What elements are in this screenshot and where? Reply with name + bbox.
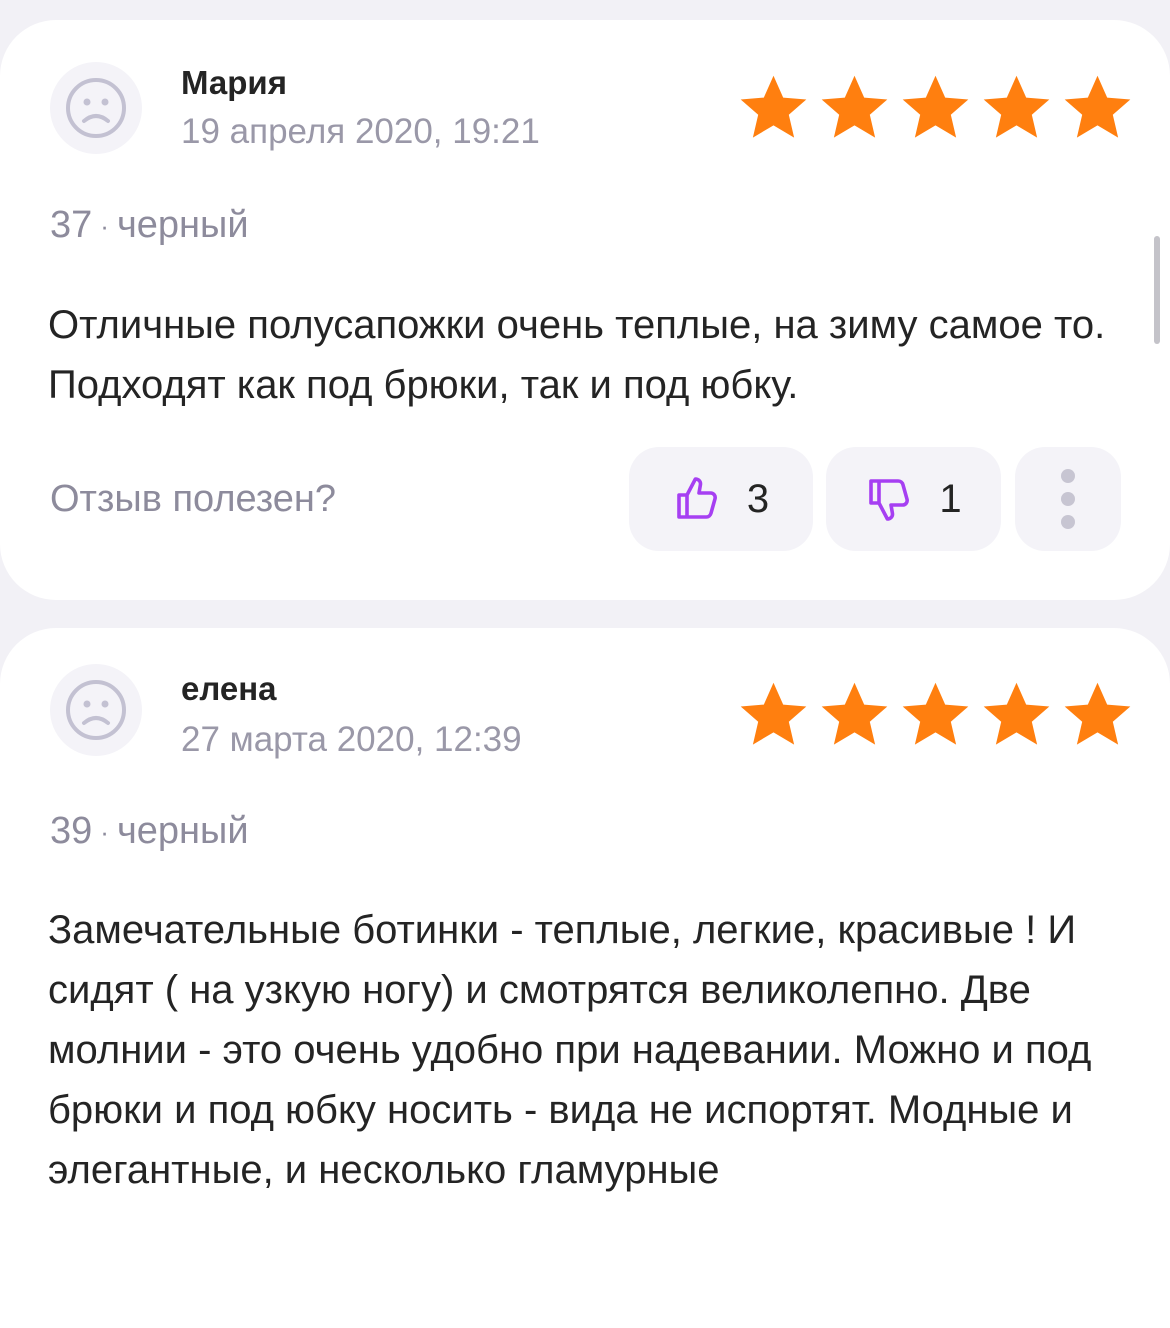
variant-separator: · [100,817,109,848]
rating-stars [736,678,1135,753]
more-vertical-icon [1061,515,1075,529]
dislike-button[interactable]: 1 [826,447,1001,551]
star-icon [740,75,807,138]
review-date: 27 марта 2020, 12:39 [181,720,522,759]
variant-separator: · [100,211,109,242]
avatar [50,664,142,756]
more-vertical-icon [1061,469,1075,483]
review-author: Мария [181,64,287,101]
like-count: 3 [746,476,770,521]
star-icon [902,75,969,138]
review-text: Отличные полусапожки очень теплые, на зи… [48,303,1106,407]
variant-size: 37 [50,204,93,246]
variant-color: черный [116,810,249,852]
sad-face-icon [66,680,126,740]
star-icon [740,682,807,745]
review-card: елена 27 марта 2020, 12:39 39 · черный Зам… [0,628,1170,1328]
star-icon [983,75,1050,138]
more-options-button[interactable] [1015,447,1121,551]
star-icon [821,682,888,745]
variant-color: черный [116,204,249,246]
review-author: елена [181,670,277,707]
review-text: Замечательные ботинки - теплые, легкие, … [48,908,1092,1192]
star-icon [821,75,888,138]
dislike-count: 1 [939,476,962,521]
star-icon [1064,682,1131,745]
avatar [50,62,142,154]
more-vertical-icon [1061,492,1075,506]
star-icon [1064,75,1131,138]
helpful-label: Отзыв полезен? [50,478,337,520]
thumbs-down-icon [869,479,910,521]
rating-stars [736,71,1135,146]
product-variant: 39 · черный [50,810,249,853]
thumbs-up-icon [677,477,717,519]
product-variant: 37 · черный [50,204,249,247]
variant-size: 39 [50,810,93,852]
like-button[interactable]: 3 [629,447,813,551]
star-icon [983,682,1050,745]
review-date: 19 апреля 2020, 19:21 [181,112,540,151]
scrollbar[interactable] [1154,236,1160,344]
star-icon [902,682,969,745]
sad-face-icon [66,78,126,138]
review-card: Мария 19 апреля 2020, 19:21 37 · черный От… [0,20,1170,600]
